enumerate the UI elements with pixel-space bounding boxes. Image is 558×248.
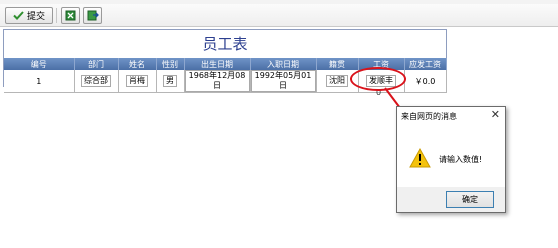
- column-header-native: 籍贯: [316, 58, 359, 70]
- cell-birth[interactable]: 1968年12月08日: [184, 70, 251, 93]
- dialog-body: 请输入数值!: [397, 125, 505, 187]
- cell-hire[interactable]: 1992年05月01日: [250, 70, 317, 93]
- check-icon: [13, 11, 24, 20]
- column-header-id: 编号: [4, 58, 75, 70]
- toolbar: 提交: [0, 4, 558, 27]
- cell-gender[interactable]: 男: [156, 70, 185, 93]
- export-button[interactable]: [83, 7, 102, 24]
- dialog-message: 请输入数值!: [439, 155, 483, 164]
- column-header-dept: 部门: [74, 58, 119, 70]
- dialog-title-bar: 来自网页的消息 ✕: [397, 107, 505, 125]
- column-header-hire: 入职日期: [250, 58, 317, 70]
- cell-name[interactable]: 肖梅: [118, 70, 157, 93]
- column-header-net: 应发工资: [404, 58, 447, 70]
- native-place-input[interactable]: 沈阳: [326, 75, 348, 87]
- alert-dialog: 来自网页的消息 ✕ 请输入数值! 确定: [396, 106, 506, 213]
- dept-input[interactable]: 综合部: [81, 75, 111, 87]
- toolbar-separator: [56, 8, 57, 23]
- gender-input[interactable]: 男: [163, 75, 177, 87]
- cell-id: 1: [4, 70, 75, 93]
- submit-button[interactable]: 提交: [5, 7, 53, 24]
- birth-date-input[interactable]: 1968年12月08日: [184, 70, 250, 92]
- column-header-gender: 性别: [156, 58, 185, 70]
- report-title: 员工表: [202, 35, 248, 53]
- name-input[interactable]: 肖梅: [126, 75, 148, 87]
- dialog-title: 来自网页的消息: [401, 112, 457, 121]
- submit-label: 提交: [26, 12, 45, 22]
- excel-export-button[interactable]: [61, 7, 80, 24]
- ok-button[interactable]: 确定: [446, 191, 494, 208]
- close-icon[interactable]: ✕: [491, 109, 500, 121]
- dialog-footer: 确定: [397, 187, 505, 212]
- excel-export-icon: [65, 10, 76, 21]
- column-header-birth: 出生日期: [184, 58, 251, 70]
- hire-date-input[interactable]: 1992年05月01日: [250, 70, 316, 92]
- warning-icon: [409, 148, 431, 168]
- column-header-name: 姓名: [118, 58, 157, 70]
- export-icon: [87, 10, 99, 21]
- cell-dept[interactable]: 综合部: [74, 70, 119, 93]
